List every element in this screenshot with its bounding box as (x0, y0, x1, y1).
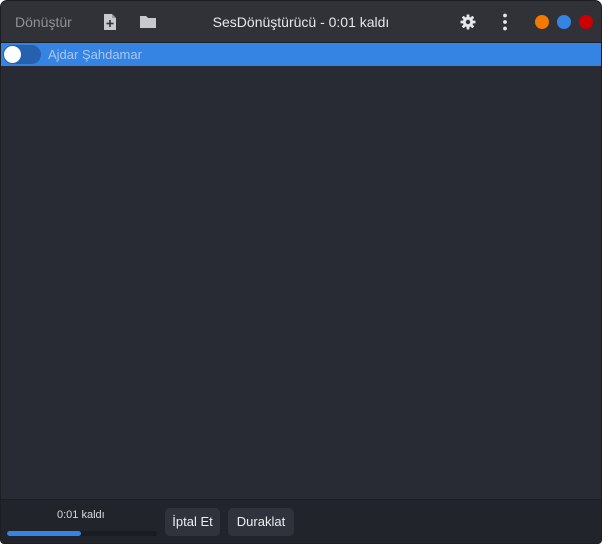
gear-icon[interactable] (459, 13, 477, 31)
time-remaining-label: 0:01 kaldı (57, 509, 105, 521)
action-bar: 0:01 kaldı İptal Et Duraklat (1, 499, 601, 543)
progress-bar-fill (7, 531, 81, 536)
app-window: Dönüştür SesDönüştürücü - 0:01 kaldı Ajd… (0, 0, 602, 544)
close-button[interactable] (579, 15, 593, 29)
switch-knob (4, 46, 21, 63)
list-item-label: Ajdar Şahdamar (48, 47, 142, 62)
item-toggle-switch[interactable] (3, 45, 41, 64)
progress-bar (7, 531, 157, 536)
pause-button[interactable]: Duraklat (228, 508, 294, 536)
minimize-button[interactable] (535, 15, 549, 29)
cancel-button[interactable]: İptal Et (165, 508, 220, 536)
file-list: Ajdar Şahdamar (1, 43, 601, 499)
list-item[interactable]: Ajdar Şahdamar (1, 43, 601, 66)
maximize-button[interactable] (557, 15, 571, 29)
header-bar: Dönüştür SesDönüştürücü - 0:01 kaldı (1, 1, 601, 43)
vertical-dots-icon[interactable] (496, 13, 514, 31)
